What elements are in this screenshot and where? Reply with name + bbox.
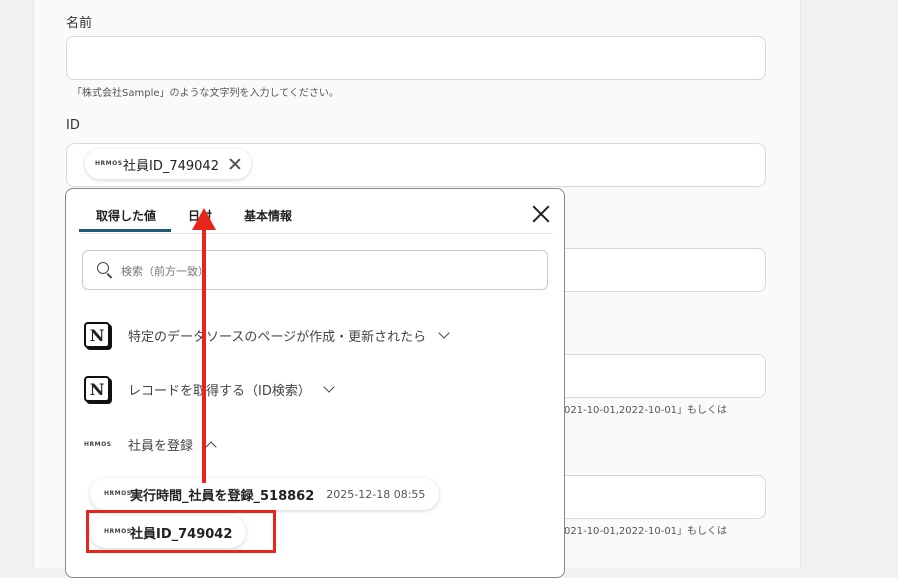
active-tab-indicator [79,229,171,232]
annotation-arrow [202,228,206,483]
remove-chip-icon[interactable] [229,158,241,170]
group-label: 特定のデータソースのページが作成・更新されたら [128,329,427,345]
name-hint: 「株式会社Sample」のような文字列を入力してください。 [72,88,339,99]
group-label: レコードを取得する（ID検索） [128,383,311,399]
name-label: 名前 [66,16,93,31]
date-hint-2: 021-10-01,2022-10-01」もしくは [564,526,728,537]
id-chip-text: 社員ID_749042 [123,158,219,174]
close-icon[interactable] [532,205,550,223]
date-hint-1: 021-10-01,2022-10-01」もしくは [564,405,728,416]
chevron-down-icon [438,326,450,339]
tab-acquired-values[interactable]: 取得した値 [96,207,156,224]
search-box[interactable] [82,250,548,291]
item-time: 2025-12-18 08:55 [326,487,426,501]
group-label: 社員を登録 [128,439,194,454]
chevron-up-icon [205,440,217,453]
search-icon [97,262,109,274]
value-item-exec-time[interactable]: HRMOS 実行時間_社員を登録_518862 2025-12-18 08:55 [90,478,440,510]
group-get-record[interactable]: N レコードを取得する（ID検索） [84,376,335,402]
search-input[interactable] [119,251,543,291]
item-label: 実行時間_社員を登録_518862 [130,488,315,504]
id-label: ID [66,118,80,133]
annotation-arrow-head [192,208,216,230]
hrmos-icon: HRMOS [84,440,112,448]
hrmos-icon: HRMOS [95,160,123,167]
name-input[interactable] [66,36,766,80]
highlight-box [86,510,276,553]
hrmos-icon: HRMOS [104,490,132,497]
group-register-employee[interactable]: HRMOS 社員を登録 [84,435,217,454]
id-value-chip[interactable]: HRMOS 社員ID_749042 [85,149,251,179]
chevron-down-icon [323,380,335,393]
notion-icon: N [84,322,110,348]
tab-divider [79,233,553,234]
notion-icon: N [84,376,110,402]
group-datasource-trigger[interactable]: N 特定のデータソースのページが作成・更新されたら [84,322,450,348]
tab-basic-info[interactable]: 基本情報 [244,207,292,224]
